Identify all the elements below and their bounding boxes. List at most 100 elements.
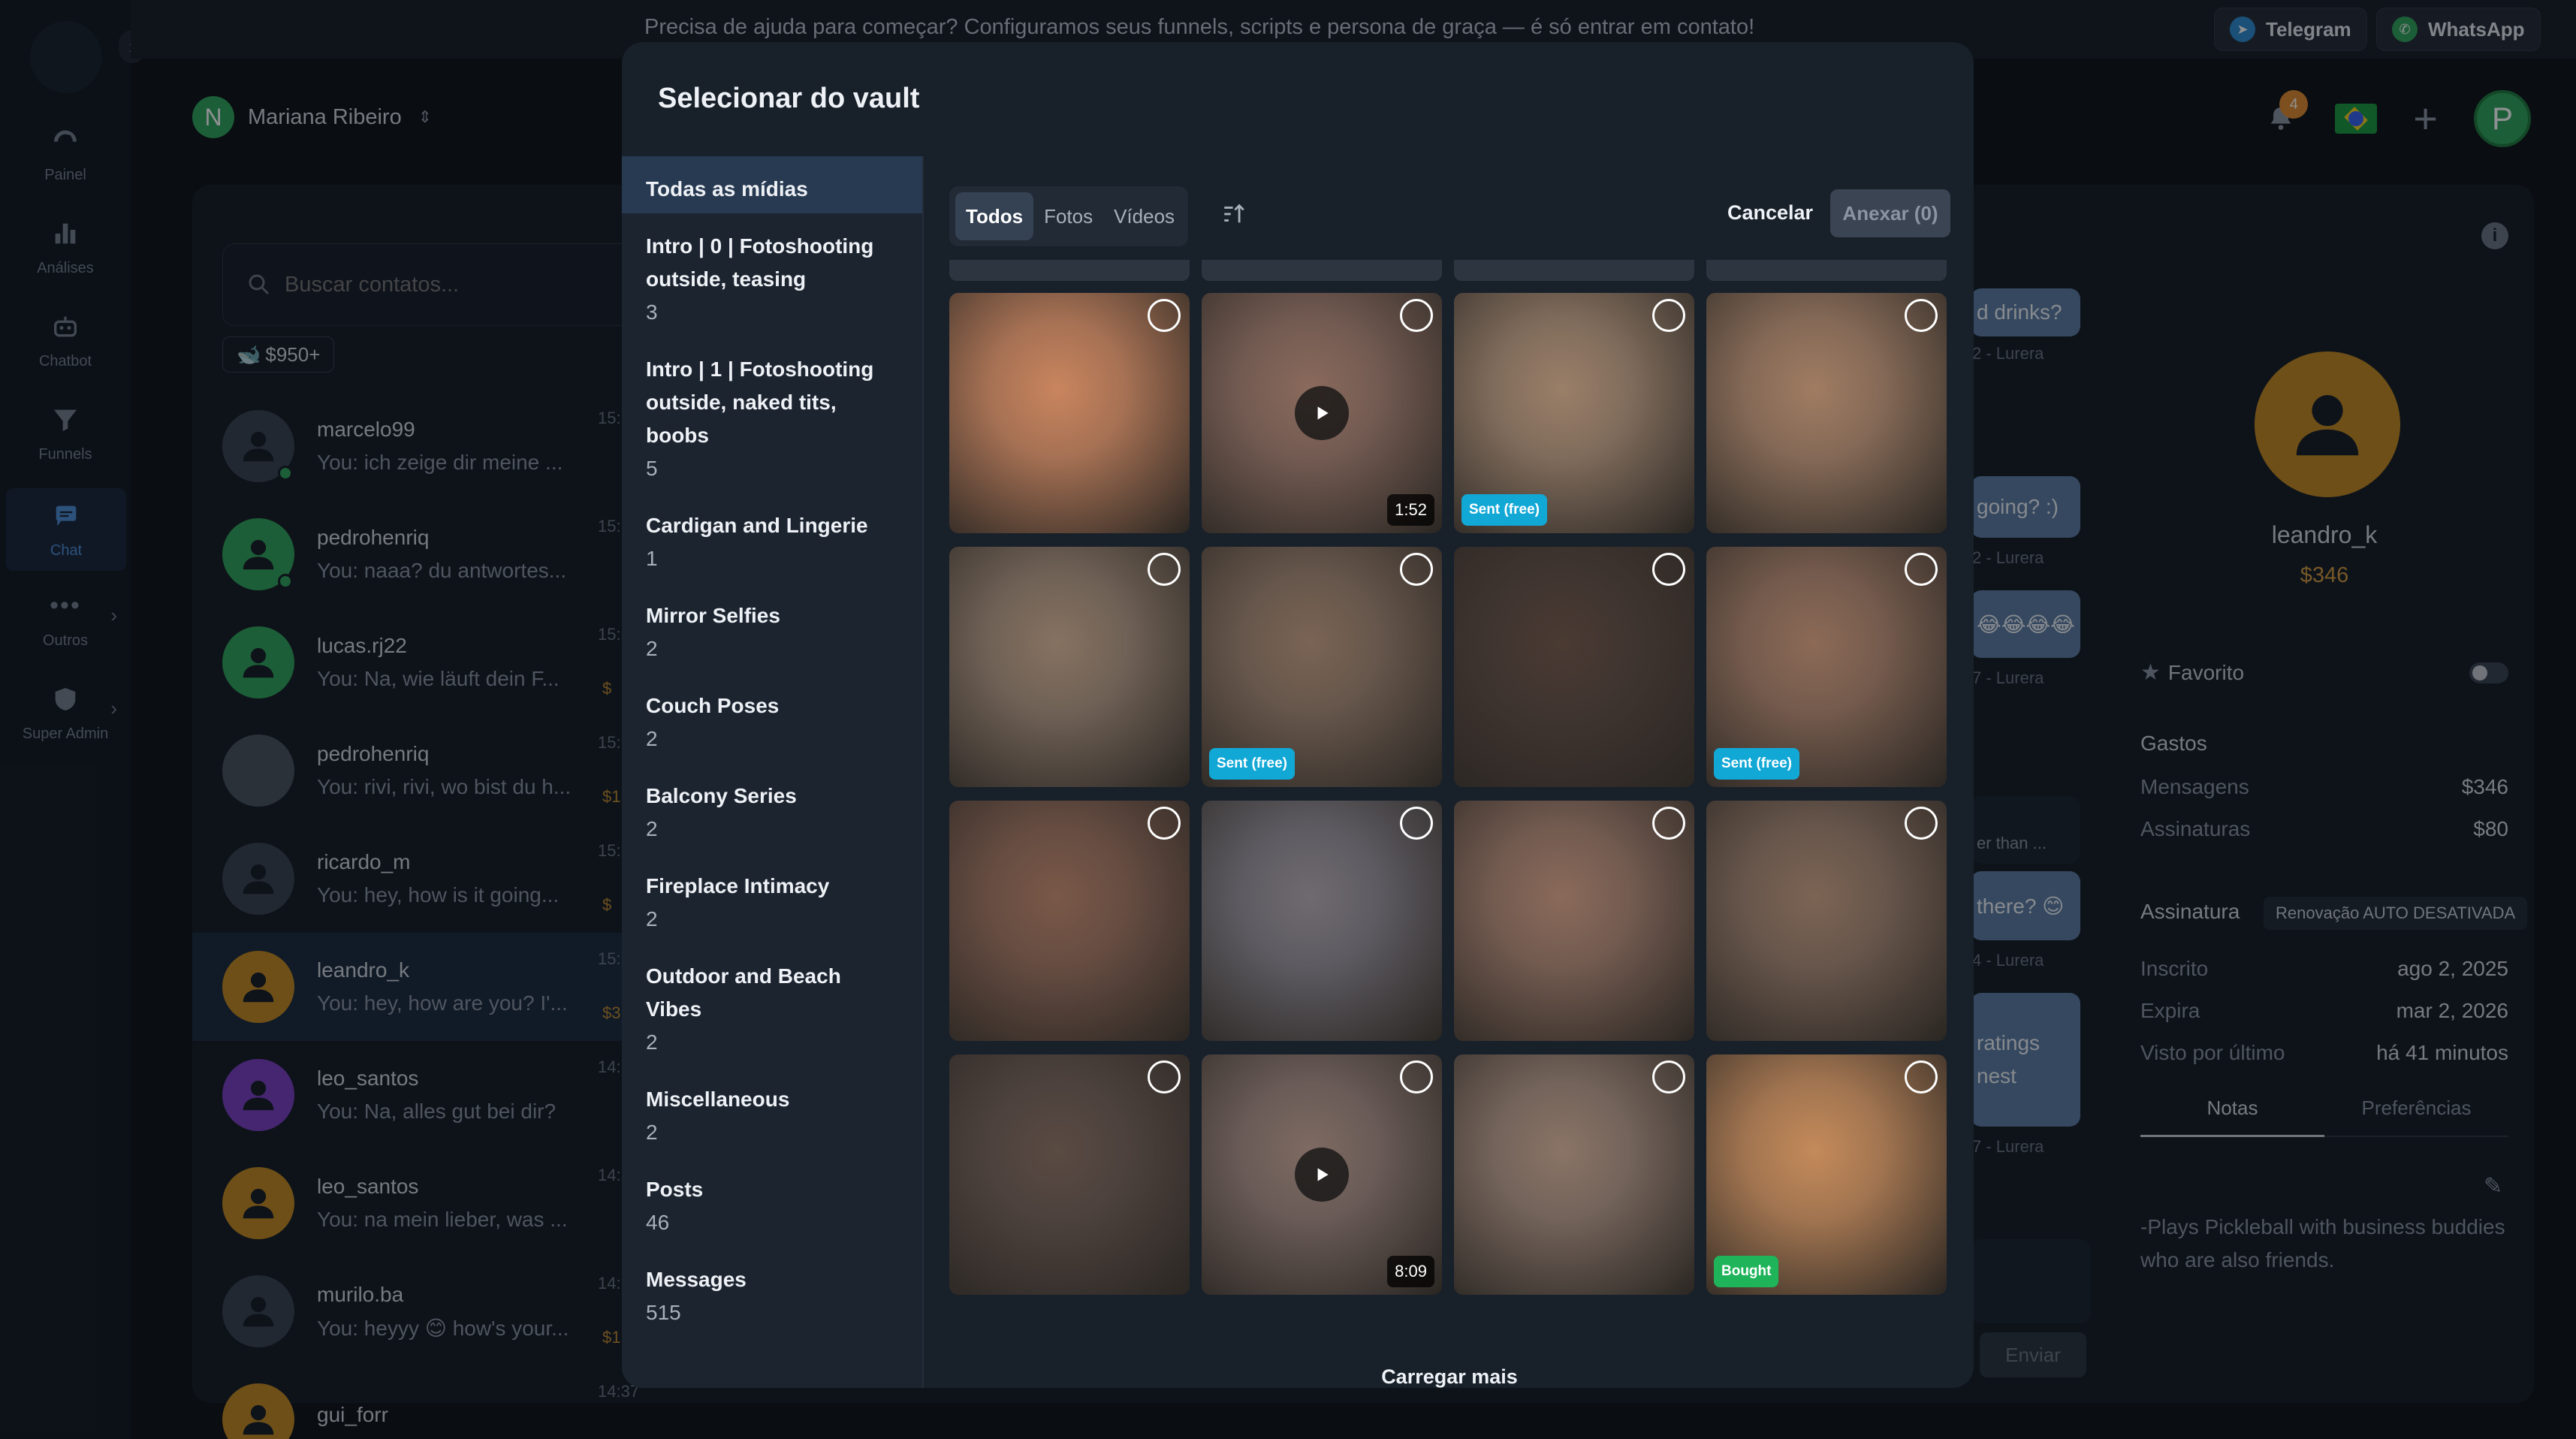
media-tile-video[interactable]: 8:09	[1202, 1054, 1442, 1295]
media-tile-partial	[1706, 260, 1947, 281]
category-count: 46	[646, 1211, 670, 1234]
vault-category-item[interactable]: Messages 515	[622, 1247, 922, 1337]
media-tile-photo[interactable]: Sent (free)	[1454, 293, 1694, 533]
media-tile-video[interactable]: 1:52	[1202, 293, 1442, 533]
select-circle-checkbox[interactable]	[1905, 1060, 1938, 1094]
category-count: 3	[646, 300, 658, 324]
vault-category-item[interactable]: Todas as mídias	[622, 156, 922, 213]
blurred-thumbnail	[1706, 801, 1947, 1041]
select-circle-checkbox[interactable]	[1400, 1060, 1433, 1094]
filter-photos[interactable]: Fotos	[1033, 192, 1103, 240]
media-status-tag: Sent (free)	[1714, 748, 1799, 780]
category-name: Balcony Series	[646, 784, 797, 807]
select-circle-checkbox[interactable]	[1400, 807, 1433, 840]
category-count: 2	[646, 907, 658, 931]
attach-button[interactable]: Anexar (0)	[1830, 189, 1950, 237]
media-tile-photo[interactable]	[1706, 801, 1947, 1041]
blurred-thumbnail	[1706, 293, 1947, 533]
vault-media-area: Todos Fotos Vídeos Cancelar Anexar (0) 1…	[922, 156, 1974, 1388]
media-tile-photo[interactable]	[1454, 1054, 1694, 1295]
vault-category-item[interactable]: Fireplace Intimacy 2	[622, 853, 922, 943]
media-status-tag: Sent (free)	[1209, 748, 1295, 780]
category-name: Intro | 1 | Fotoshooting outside, naked …	[646, 357, 874, 447]
category-name: Posts	[646, 1178, 704, 1201]
video-duration: 1:52	[1387, 494, 1434, 526]
media-tile-photo[interactable]	[1454, 547, 1694, 787]
play-icon	[1295, 1148, 1349, 1202]
media-status-tag: Sent (free)	[1461, 494, 1547, 526]
select-circle-checkbox[interactable]	[1905, 553, 1938, 586]
vault-category-item[interactable]: Intro | 1 | Fotoshooting outside, naked …	[622, 336, 922, 493]
vault-category-list: Todas as mídias Intro | 0 | Fotoshooting …	[622, 156, 922, 1388]
blurred-thumbnail	[1454, 547, 1694, 787]
video-duration: 8:09	[1387, 1256, 1434, 1287]
app-root: › Painel Análises Chatbot Funnels	[0, 0, 2576, 1439]
media-tile-photo[interactable]	[949, 547, 1190, 787]
cancel-button[interactable]: Cancelar	[1727, 201, 1813, 225]
vault-category-item[interactable]: Cardigan and Lingerie 1	[622, 493, 922, 583]
select-circle-checkbox[interactable]	[1652, 1060, 1685, 1094]
blurred-thumbnail	[949, 801, 1190, 1041]
category-name: Couch Poses	[646, 694, 780, 717]
media-tile-partial	[949, 260, 1190, 281]
category-count: 5	[646, 457, 658, 480]
vault-modal: Selecionar do vault Todas as mídias Intro…	[622, 42, 1974, 1388]
select-circle-checkbox[interactable]	[1652, 553, 1685, 586]
category-count: 1	[646, 547, 658, 570]
vault-category-item[interactable]: Posts 46	[622, 1157, 922, 1247]
category-name: Cardigan and Lingerie	[646, 514, 868, 537]
media-tile-photo[interactable]	[1706, 293, 1947, 533]
media-type-filter: Todos Fotos Vídeos	[949, 186, 1188, 246]
media-tile-photo[interactable]: Sent (free)	[1706, 547, 1947, 787]
sort-icon[interactable]	[1221, 201, 1247, 233]
category-count: 515	[646, 1301, 681, 1324]
media-tile-partial	[1454, 260, 1694, 281]
media-tile-photo[interactable]	[1202, 801, 1442, 1041]
blurred-thumbnail	[1202, 801, 1442, 1041]
blurred-thumbnail	[949, 547, 1190, 787]
media-tile-partial	[1202, 260, 1442, 281]
media-tile-photo[interactable]: Sent (free)	[1202, 547, 1442, 787]
category-count: 2	[646, 637, 658, 660]
category-name: Todas as mídias	[646, 177, 808, 201]
media-tile-photo[interactable]	[949, 801, 1190, 1041]
blurred-thumbnail	[949, 293, 1190, 533]
select-circle-checkbox[interactable]	[1905, 807, 1938, 840]
category-count: 2	[646, 817, 658, 840]
category-name: Mirror Selfies	[646, 604, 780, 627]
blurred-thumbnail	[1454, 801, 1694, 1041]
category-name: Fireplace Intimacy	[646, 874, 830, 897]
select-circle-checkbox[interactable]	[1652, 299, 1685, 332]
media-tile-photo[interactable]	[949, 1054, 1190, 1295]
vault-category-item[interactable]: Mirror Selfies 2	[622, 583, 922, 673]
category-count: 2	[646, 1121, 658, 1144]
select-circle-checkbox[interactable]	[1148, 299, 1181, 332]
blurred-thumbnail	[1454, 1054, 1694, 1295]
vault-category-item[interactable]: Outdoor and Beach Vibes 2	[622, 943, 922, 1066]
media-tile-photo[interactable]: Bought	[1706, 1054, 1947, 1295]
vault-category-item[interactable]: Miscellaneous 2	[622, 1066, 922, 1157]
select-circle-checkbox[interactable]	[1400, 299, 1433, 332]
select-circle-checkbox[interactable]	[1148, 807, 1181, 840]
category-name: Miscellaneous	[646, 1088, 790, 1111]
vault-category-item[interactable]: Intro | 0 | Fotoshooting outside, teasin…	[622, 213, 922, 336]
select-circle-checkbox[interactable]	[1905, 299, 1938, 332]
load-more-button[interactable]: Carregar mais	[924, 1365, 1974, 1388]
select-circle-checkbox[interactable]	[1400, 553, 1433, 586]
category-count: 2	[646, 1030, 658, 1054]
select-circle-checkbox[interactable]	[1148, 1060, 1181, 1094]
select-circle-checkbox[interactable]	[1652, 807, 1685, 840]
category-name: Outdoor and Beach Vibes	[646, 964, 841, 1021]
filter-videos[interactable]: Vídeos	[1103, 192, 1185, 240]
media-tile-photo[interactable]	[949, 293, 1190, 533]
media-tile-photo[interactable]	[1454, 801, 1694, 1041]
media-status-tag: Bought	[1714, 1256, 1779, 1287]
category-name: Intro | 0 | Fotoshooting outside, teasin…	[646, 234, 874, 291]
select-circle-checkbox[interactable]	[1148, 553, 1181, 586]
blurred-thumbnail	[949, 1054, 1190, 1295]
filter-all[interactable]: Todos	[955, 192, 1034, 240]
vault-category-item[interactable]: Balcony Series 2	[622, 763, 922, 853]
play-icon	[1295, 386, 1349, 440]
category-count: 2	[646, 727, 658, 750]
vault-category-item[interactable]: Couch Poses 2	[622, 673, 922, 763]
